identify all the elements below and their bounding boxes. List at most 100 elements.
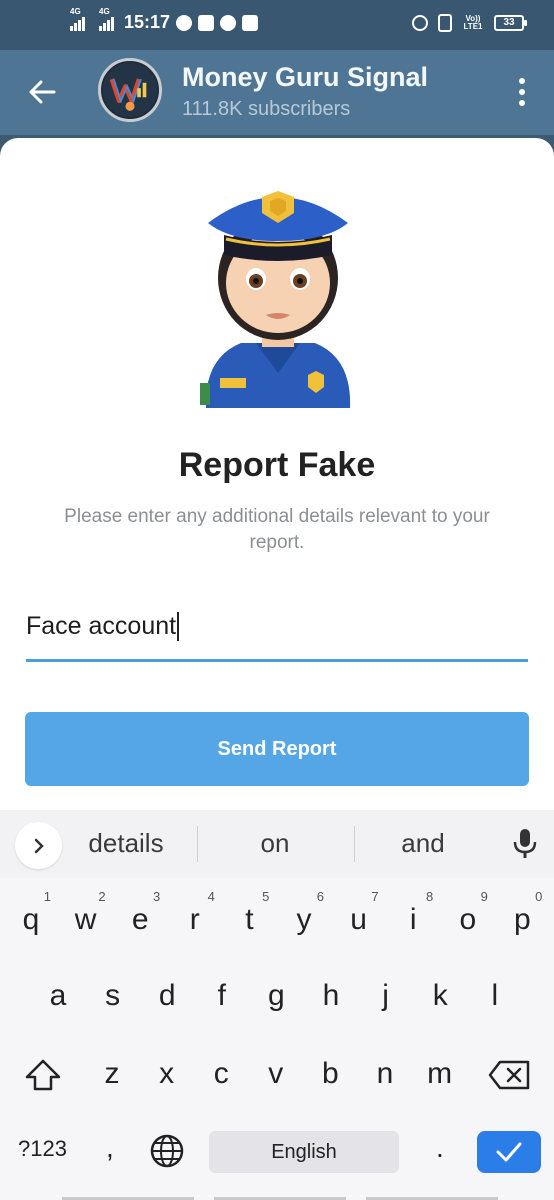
key-label: d [158, 979, 176, 1012]
channel-avatar[interactable] [98, 58, 162, 122]
key-l[interactable]: l [469, 966, 521, 1026]
more-options-icon[interactable] [518, 78, 526, 106]
key-u[interactable]: u7 [333, 890, 385, 950]
suggestion-2[interactable]: on [205, 828, 345, 859]
key-i[interactable]: i8 [387, 890, 439, 950]
status-right: Vo)) LTE1 33 [412, 14, 527, 32]
key-number-hint: 2 [98, 889, 106, 904]
instagram-notification-icon [242, 14, 259, 31]
key-z[interactable]: z [86, 1044, 138, 1104]
key-number-hint: 9 [480, 889, 488, 904]
globe-icon[interactable] [150, 1134, 184, 1168]
dialog-description: Please enter any additional details rele… [64, 506, 490, 553]
key-label: l [491, 979, 499, 1012]
suggestion-divider [197, 826, 198, 862]
period-key[interactable]: . [436, 1132, 444, 1164]
symbols-key[interactable]: ?123 [18, 1136, 67, 1162]
key-label: h [322, 979, 340, 1012]
key-number-hint: 5 [262, 889, 270, 904]
youtube-notification-icon [198, 14, 215, 31]
key-n[interactable]: n [359, 1044, 411, 1104]
network-label-2: 4G [99, 6, 110, 16]
key-h[interactable]: h [305, 966, 357, 1026]
status-time: 15:17 [124, 12, 171, 32]
text-cursor [177, 612, 180, 641]
checkmark-icon [496, 1142, 522, 1162]
key-o[interactable]: o9 [442, 890, 494, 950]
key-label: g [268, 979, 285, 1012]
key-label: j [382, 979, 389, 1012]
status-bar: 4G 4G 15:17 Vo)) LTE1 33 [0, 0, 554, 50]
subscriber-count: 111.8K subscribers [182, 98, 351, 120]
key-label: k [432, 979, 448, 1012]
key-label: n [376, 1057, 394, 1090]
key-s[interactable]: s [87, 966, 139, 1026]
key-label: i [409, 903, 417, 936]
key-label: r [189, 903, 200, 936]
key-v[interactable]: v [250, 1044, 302, 1104]
key-r[interactable]: r4 [169, 890, 221, 950]
key-label: w [74, 903, 97, 936]
key-p[interactable]: p0 [496, 890, 548, 950]
key-c[interactable]: c [195, 1044, 247, 1104]
key-label: y [296, 903, 312, 936]
microphone-icon[interactable] [512, 828, 538, 860]
telegram-notification-icon [176, 14, 193, 31]
key-g[interactable]: g [250, 966, 302, 1026]
send-report-button[interactable]: Send Report [25, 712, 529, 786]
back-arrow-icon[interactable] [26, 76, 58, 108]
key-x[interactable]: x [141, 1044, 193, 1104]
key-w[interactable]: w2 [60, 890, 112, 950]
space-bar[interactable]: English [209, 1131, 399, 1173]
snapchat-notification-icon [220, 14, 237, 31]
suggestion-1[interactable]: details [56, 828, 196, 859]
report-details-input[interactable]: Face account [26, 608, 528, 662]
enter-key[interactable] [477, 1131, 541, 1173]
network-label-1: 4G [70, 6, 81, 16]
key-m[interactable]: m [414, 1044, 466, 1104]
suggestion-strip: details on and [0, 810, 554, 878]
key-label: s [105, 979, 121, 1012]
key-label: v [268, 1057, 284, 1090]
key-label: c [213, 1057, 229, 1090]
key-y[interactable]: y6 [278, 890, 330, 950]
key-k[interactable]: k [414, 966, 466, 1026]
suggestion-3[interactable]: and [353, 828, 493, 859]
key-number-hint: 6 [316, 889, 324, 904]
key-d[interactable]: d [141, 966, 193, 1026]
shift-key[interactable] [24, 1058, 62, 1092]
chevron-right-icon [34, 838, 44, 853]
key-label: t [245, 903, 254, 936]
status-left: 4G 4G 15:17 [70, 7, 259, 33]
alarm-icon [412, 15, 428, 31]
key-label: e [131, 903, 149, 936]
report-dialog: Report Fake Please enter any additional … [0, 138, 554, 810]
key-a[interactable]: a [32, 966, 84, 1026]
key-number-hint: 0 [535, 889, 543, 904]
expand-toolbar-button[interactable] [15, 822, 62, 869]
key-number-hint: 3 [152, 889, 161, 904]
key-t[interactable]: t5 [223, 890, 275, 950]
key-label: u [350, 903, 367, 936]
key-label: o [459, 903, 477, 936]
battery-icon: 33 [494, 15, 527, 31]
key-label: z [104, 1057, 120, 1090]
key-label: x [159, 1057, 175, 1090]
channel-logo-icon [102, 62, 158, 118]
backspace-key[interactable] [488, 1060, 530, 1090]
key-j[interactable]: j [360, 966, 412, 1026]
comma-key[interactable]: , [106, 1132, 114, 1164]
key-number-hint: 1 [43, 889, 51, 904]
key-f[interactable]: f [196, 966, 248, 1026]
key-q[interactable]: q1 [5, 890, 57, 950]
key-number-hint: 4 [207, 889, 215, 904]
key-number-hint: 7 [371, 889, 379, 904]
chat-header: Money Guru Signal 111.8K subscribers [0, 50, 554, 135]
key-label: b [322, 1057, 339, 1090]
key-e[interactable]: e3 [114, 890, 166, 950]
channel-title[interactable]: Money Guru Signal [182, 62, 428, 93]
signal-1-icon: 4G [70, 7, 85, 31]
dialog-title: Report Fake [178, 446, 376, 484]
key-b[interactable]: b [304, 1044, 356, 1104]
vibrate-icon [438, 14, 452, 32]
